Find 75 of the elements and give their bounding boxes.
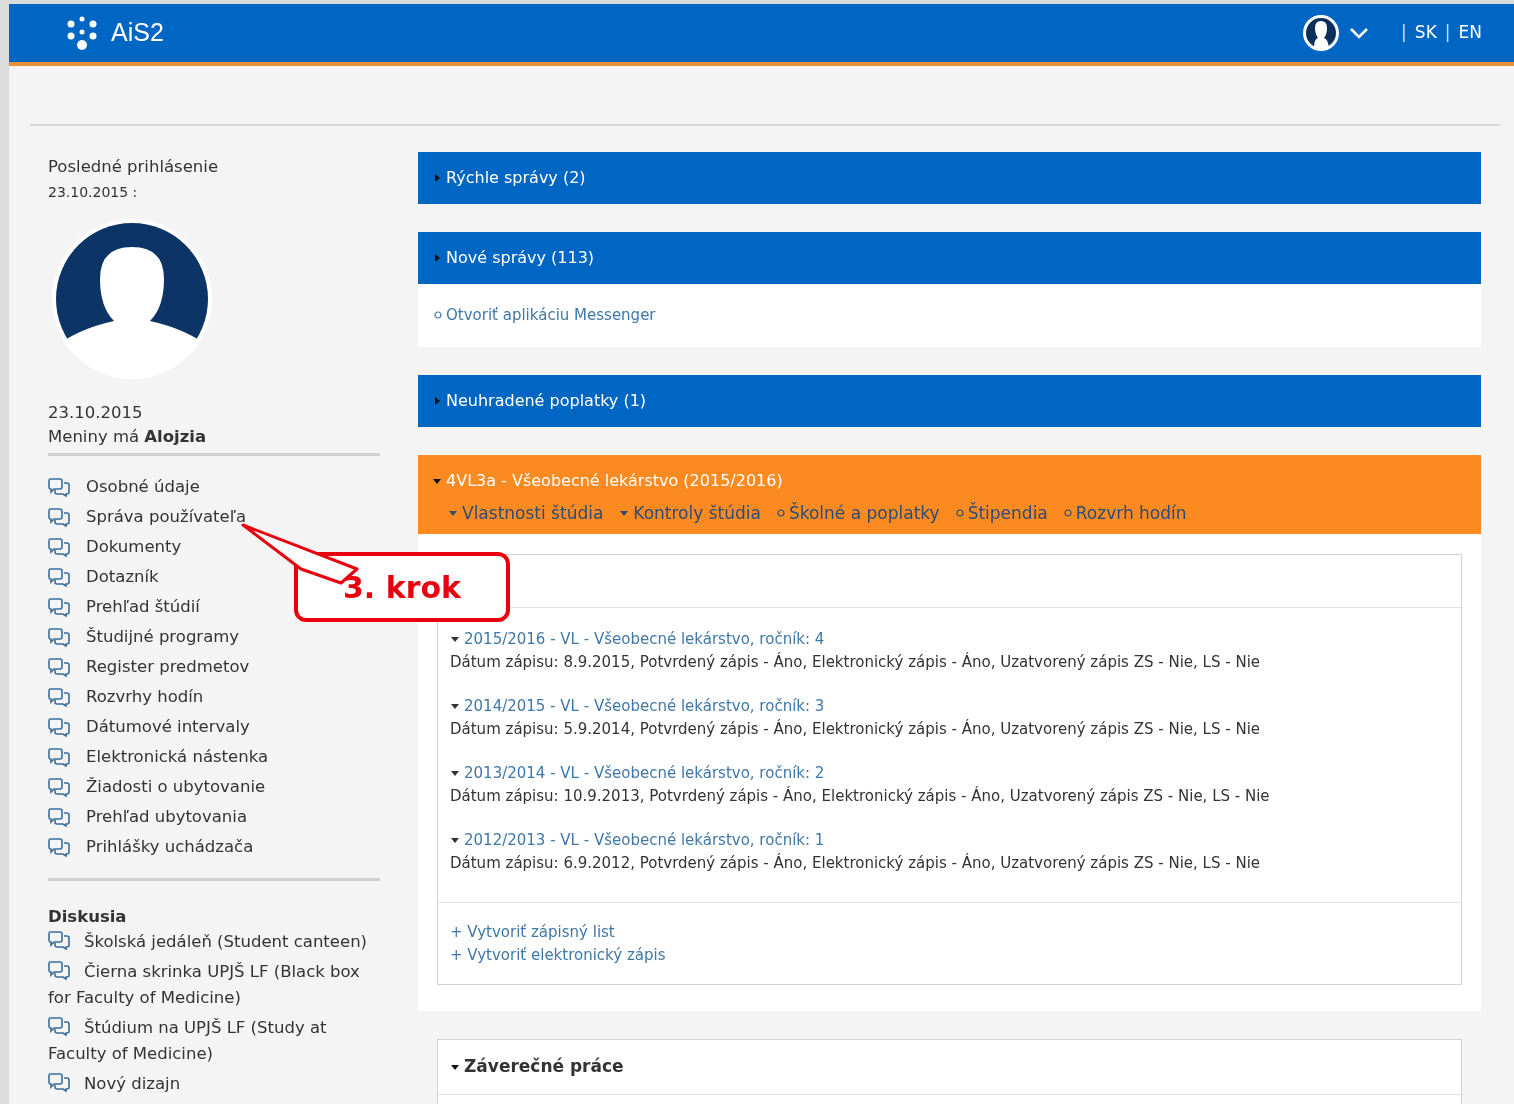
action-link[interactable]: + Vytvoriť elektronický zápis bbox=[450, 943, 1449, 966]
language-link[interactable]: EN bbox=[1458, 20, 1482, 46]
sidebar-item[interactable]: Študijné programy bbox=[86, 622, 240, 652]
enrollment-details: Dátum zápisu: 10.9.2013, Potvrdený zápis - Áno, Elektronický zápis - Áno, Uzatvorený zápis ZS - Nie, LS - Nie bbox=[450, 785, 1271, 807]
last-login-date: 23.10.2015 : bbox=[48, 183, 139, 202]
enrollment-details: Dátum zápisu: 5.9.2014, Potvrdený zápis - Áno, Elektronický zápis - Áno, Uzatvorený zápis ZS - Nie, LS - Nie bbox=[450, 718, 1262, 740]
panel-header[interactable]: Neuhradené poplatky (1) bbox=[418, 374, 1481, 427]
panel-tab[interactable]: Školné a poplatky bbox=[788, 500, 940, 526]
chat-icon bbox=[48, 930, 70, 950]
chat-icon[interactable] bbox=[48, 717, 70, 737]
enrollment-link[interactable]: 2012/2013 - VL - Všeobecné lekárstvo, ročník: 1 bbox=[464, 829, 825, 852]
bullet-icon bbox=[955, 509, 964, 518]
chevron-down-icon[interactable] bbox=[1349, 27, 1370, 39]
panel-title: Nové správy (113) bbox=[446, 247, 595, 269]
discussion-link[interactable]: Nový dizajn bbox=[48, 1071, 380, 1097]
action-link[interactable]: + Vytvoriť zápisný list bbox=[450, 921, 1449, 944]
user-avatar-icon[interactable] bbox=[1301, 13, 1342, 53]
panel-tab[interactable]: Rozvrh hodín bbox=[1075, 500, 1187, 526]
discussion-link[interactable]: Čierna skrinka UPJŠ LF (Black box for Faculty of Medicine) bbox=[48, 959, 380, 1011]
chat-icon[interactable] bbox=[48, 657, 70, 677]
discussion-link[interactable]: Štúdium na UPJŠ LF (Study at Faculty of Medicine) bbox=[48, 1015, 380, 1067]
chat-icon[interactable] bbox=[48, 747, 70, 767]
sidebar-item[interactable]: Prihlášky uchádzača bbox=[86, 832, 254, 862]
enrollment-details: Dátum zápisu: 8.9.2015, Potvrdený zápis - Áno, Elektronický zápis - Áno, Uzatvorený zápis ZS - Nie, LS - Nie bbox=[450, 651, 1262, 673]
bullet-icon bbox=[776, 509, 785, 518]
sidebar-item[interactable]: Prehľad štúdií bbox=[86, 592, 200, 622]
panel-header[interactable]: Nové správy (113) bbox=[418, 232, 1481, 284]
language-link[interactable]: SK bbox=[1414, 20, 1437, 46]
panel-header[interactable]: 4VL3a - Všeobecné lekárstvo (2015/2016) Vlastnosti štúdia Kontroly štúdia Školné a poplatky Štipendia Rozvrh hodín bbox=[418, 454, 1481, 534]
chat-icon[interactable] bbox=[48, 627, 70, 647]
panel-tab[interactable]: Vlastnosti štúdia bbox=[462, 500, 604, 526]
panel-tab[interactable]: Kontroly štúdia bbox=[633, 500, 761, 526]
enrollment-details: Dátum zápisu: 6.9.2012, Potvrdený zápis - Áno, Elektronický zápis - Áno, Uzatvorený zápis ZS - Nie, LS - Nie bbox=[450, 852, 1262, 874]
chat-icon[interactable] bbox=[48, 507, 70, 527]
sidebar-item[interactable]: Dotazník bbox=[86, 562, 159, 592]
sidebar-item[interactable]: Žiadosti o ubytovanie bbox=[86, 772, 266, 802]
date-text: 23.10.2015 bbox=[48, 402, 144, 424]
chat-icon[interactable] bbox=[48, 837, 70, 857]
bullet-icon bbox=[1063, 509, 1072, 518]
sidebar-item[interactable]: Register predmetov bbox=[86, 652, 250, 682]
chat-icon bbox=[48, 1016, 70, 1036]
panel-title: 4VL3a - Všeobecné lekárstvo (2015/2016) bbox=[446, 469, 783, 492]
discussion-link[interactable]: Školská jedáleň (Student canteen) bbox=[48, 929, 380, 955]
enrollment-link[interactable]: 2013/2014 - VL - Všeobecné lekárstvo, ročník: 2 bbox=[464, 762, 825, 785]
chat-icon bbox=[48, 1072, 70, 1092]
chat-icon[interactable] bbox=[48, 597, 70, 617]
chat-icon[interactable] bbox=[48, 477, 70, 497]
panel-header[interactable]: Rýchle správy (2) bbox=[418, 152, 1481, 204]
last-login-label: Posledné prihlásenie bbox=[48, 156, 220, 178]
sidebar-item[interactable]: Dokumenty bbox=[86, 532, 182, 562]
enrollment-link[interactable]: 2014/2015 - VL - Všeobecné lekárstvo, ročník: 3 bbox=[464, 695, 825, 718]
chat-icon[interactable] bbox=[48, 567, 70, 587]
sidebar-item[interactable]: Rozvrhy hodín bbox=[86, 682, 204, 712]
panel-title: Neuhradené poplatky (1) bbox=[446, 389, 647, 412]
chat-icon[interactable] bbox=[48, 807, 70, 827]
section-heading: Diskusia bbox=[48, 906, 128, 928]
panel-title: Rýchle správy (2) bbox=[446, 167, 586, 189]
sidebar-item[interactable]: Správa používateľa bbox=[86, 502, 247, 532]
sidebar-item[interactable]: Elektronická nástenka bbox=[86, 742, 269, 772]
separator: | bbox=[1444, 21, 1451, 45]
sidebar-item[interactable]: Prehľad ubytovania bbox=[86, 802, 247, 832]
nameday-text: Meniny má Alojzia bbox=[48, 426, 208, 448]
chat-icon[interactable] bbox=[48, 777, 70, 797]
sidebar-item[interactable]: Dátumové intervaly bbox=[86, 712, 250, 742]
logo-text: AiS2 bbox=[111, 17, 164, 49]
separator: | bbox=[1401, 21, 1407, 45]
chat-icon[interactable] bbox=[48, 537, 70, 557]
chat-icon bbox=[48, 960, 70, 980]
section-title: Záverečné práce bbox=[464, 1055, 624, 1078]
panel-tab[interactable]: Štipendia bbox=[967, 500, 1048, 526]
bullet-icon bbox=[434, 311, 442, 320]
enrollment-link[interactable]: 2015/2016 - VL - Všeobecné lekárstvo, ročník: 4 bbox=[464, 628, 825, 651]
panel-link[interactable]: Otvoriť aplikáciu Messenger bbox=[446, 304, 656, 327]
chat-icon[interactable] bbox=[48, 687, 70, 707]
sidebar-item[interactable]: Osobné údaje bbox=[86, 472, 200, 502]
